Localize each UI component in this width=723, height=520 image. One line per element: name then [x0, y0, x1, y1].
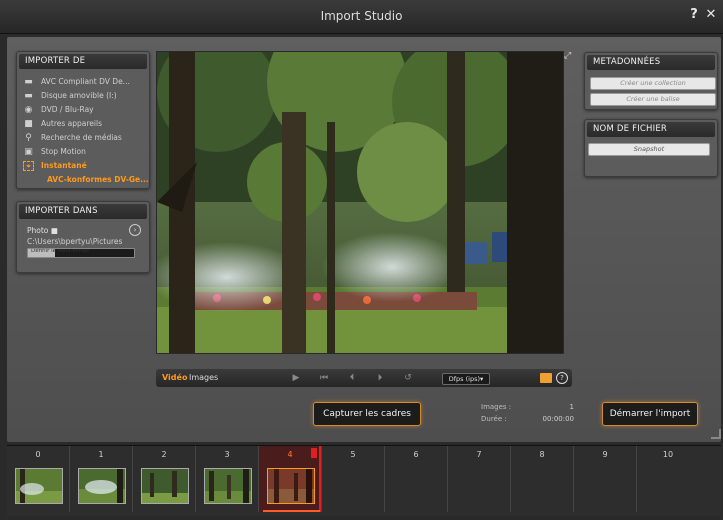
thumbnail-scene	[79, 469, 125, 503]
filename-field[interactable]: Snapshot	[588, 143, 710, 156]
start-import-button[interactable]: Démarrer l'import	[602, 402, 698, 426]
close-icon[interactable]: ✕	[703, 7, 719, 23]
resize-grip-icon[interactable]	[711, 429, 721, 439]
frame-number: 9	[602, 450, 608, 459]
source-list: ▬ AVC Compliant DV De... ▬ Disque amovib…	[17, 75, 149, 173]
stop-motion-icon: ▣	[24, 147, 33, 157]
frame-number: 6	[413, 450, 419, 459]
thumbnail-scene	[142, 469, 188, 503]
import-to-header: IMPORTER DANS	[19, 204, 147, 219]
preview-scene	[157, 52, 563, 353]
metadata-header: METADONNÉES	[587, 55, 715, 70]
frame-thumbnail[interactable]	[204, 468, 252, 504]
transport-help-icon[interactable]: ?	[556, 372, 568, 384]
disk-usage-bar[interactable]: Définir le sous-fichier	[27, 248, 135, 258]
import-studio-window: Import Studio ? ✕ IMPORTER DE ▬ AVC Comp…	[0, 0, 723, 520]
source-label: Recherche de médias	[41, 133, 122, 142]
step-forward-icon[interactable]: ⏵	[374, 372, 386, 384]
filmstrip: 0 1 2 3 4 5 6 7 8 9 10	[7, 445, 721, 516]
source-item-removable-disk[interactable]: ▬ Disque amovible (I:)	[17, 89, 149, 103]
frame-number: 5	[350, 450, 356, 459]
disc-icon: ◉	[24, 105, 33, 115]
source-label: Disque amovible (I:)	[41, 91, 117, 100]
images-count-value: 1	[569, 403, 574, 411]
frame-number: 10	[662, 450, 674, 459]
step-back-icon[interactable]: ⏴	[346, 372, 358, 384]
playhead-handle[interactable]	[311, 448, 317, 458]
frame-slot[interactable]: 7	[448, 446, 511, 512]
create-tag-field[interactable]: Créer une balise	[590, 93, 716, 106]
images-count-label: Images :	[481, 403, 512, 411]
thumbnail-scene	[205, 469, 251, 503]
source-item-media-search[interactable]: ⚲ Recherche de médias	[17, 131, 149, 145]
frame-thumbnail[interactable]	[15, 468, 63, 504]
frame-thumbnail[interactable]	[267, 468, 315, 504]
source-label: AVC Compliant DV De...	[41, 77, 130, 86]
window-title: Import Studio	[320, 9, 403, 23]
subfolder-text: Définir le sous-fichier	[31, 248, 90, 254]
camcorder-icon: ▬	[24, 77, 33, 87]
active-device-label[interactable]: AVC-konformes DV-Ge...	[17, 173, 149, 186]
source-item-other-devices[interactable]: ■ Autres appareils	[17, 117, 149, 131]
selected-frame-indicator	[263, 510, 320, 512]
destination-type: Photo ■	[27, 226, 58, 235]
import-from-panel: IMPORTER DE ▬ AVC Compliant DV De... ▬ D…	[16, 51, 150, 189]
frame-slot[interactable]: 5	[322, 446, 385, 512]
title-bar: Import Studio ? ✕	[0, 0, 723, 34]
source-label: DVD / Blu-Ray	[41, 105, 94, 114]
source-label: Autres appareils	[41, 119, 102, 128]
playhead[interactable]	[319, 446, 321, 512]
frame-slot[interactable]: 1	[70, 446, 133, 512]
go-to-start-icon[interactable]: ⏮	[318, 372, 330, 384]
frame-slot[interactable]: 0	[7, 446, 70, 512]
destination-path[interactable]: C:\Users\bpertyu\Pictures	[27, 237, 122, 246]
frame-number: 3	[224, 450, 230, 459]
expand-icon[interactable]: ⤢	[564, 52, 573, 61]
frame-number: 1	[98, 450, 104, 459]
tab-video[interactable]: Vidéo	[162, 373, 187, 383]
transport-bar: Vidéo Images ▶ ⏮ ⏴ ⏵ ↺ Dfps (ips)▾ ?	[156, 369, 572, 387]
duration-value: 00:00:00	[542, 415, 574, 423]
capture-frames-button[interactable]: Capturer les cadres	[313, 402, 421, 426]
source-item-snapshot[interactable]: ⌖ Instantané	[17, 159, 149, 173]
magnifier-icon: ⚲	[25, 133, 32, 143]
folder-icon[interactable]	[540, 373, 552, 383]
source-label: Instantané	[41, 161, 87, 170]
thumbnail-scene	[268, 469, 314, 503]
import-to-panel: IMPORTER DANS Photo ■ › C:\Users\bpertyu…	[16, 201, 150, 273]
fps-dropdown[interactable]: Dfps (ips)▾	[442, 373, 490, 385]
create-collection-field[interactable]: Créer une collection	[590, 77, 716, 90]
source-item-dvd[interactable]: ◉ DVD / Blu-Ray	[17, 103, 149, 117]
tab-images[interactable]: Images	[189, 373, 218, 383]
frame-slot[interactable]: 9	[574, 446, 637, 512]
frame-number: 2	[161, 450, 167, 459]
destination-options-icon[interactable]: ›	[129, 224, 141, 236]
main-area: IMPORTER DE ▬ AVC Compliant DV De... ▬ D…	[7, 37, 721, 442]
frame-number: 7	[476, 450, 482, 459]
source-label: Stop Motion	[41, 147, 86, 156]
frame-slot[interactable]: 10	[637, 446, 699, 512]
play-icon[interactable]: ▶	[290, 372, 302, 384]
frame-thumbnail[interactable]	[78, 468, 126, 504]
frame-slot[interactable]: 6	[385, 446, 448, 512]
source-item-avc[interactable]: ▬ AVC Compliant DV De...	[17, 75, 149, 89]
frame-slot[interactable]: 3	[196, 446, 259, 512]
frame-thumbnail[interactable]	[141, 468, 189, 504]
thumbnail-scene	[16, 469, 62, 503]
video-preview[interactable]	[156, 51, 564, 354]
help-icon[interactable]: ?	[686, 7, 702, 23]
frame-number: 0	[35, 450, 41, 459]
frame-slot[interactable]: 8	[511, 446, 574, 512]
filename-header: NOM DE FICHIER	[587, 122, 715, 137]
drive-icon: ▬	[24, 91, 33, 101]
folder-icon: ■	[24, 119, 33, 129]
loop-icon[interactable]: ↺	[402, 372, 414, 384]
source-item-stop-motion[interactable]: ▣ Stop Motion	[17, 145, 149, 159]
frame-slot[interactable]: 2	[133, 446, 196, 512]
snapshot-icon: ⌖	[23, 161, 34, 171]
duration-label: Durée :	[481, 415, 507, 423]
frame-number: 8	[539, 450, 545, 459]
import-from-header: IMPORTER DE	[19, 54, 147, 69]
